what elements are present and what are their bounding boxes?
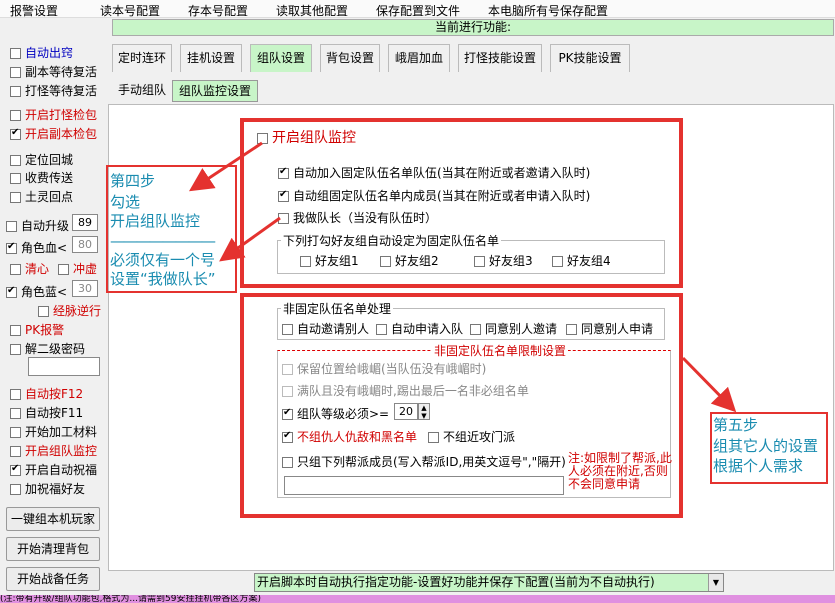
auto-run-select-value: 开启脚本时自动执行指定功能-设置好功能并保存下配置(当前为不自动执行) (257, 575, 655, 589)
auto-run-select[interactable]: 开启脚本时自动执行指定功能-设置好功能并保存下配置(当前为不自动执行) (254, 573, 724, 592)
arrow-to-step5 (681, 356, 737, 413)
arrow-to-step4b (219, 216, 281, 262)
chevron-down-icon[interactable]: ▼ (708, 574, 723, 591)
ticker-bar: (注:带有升级/组队功能包,格式为...请需到59安挂挂机带各区方案) (0, 595, 835, 603)
annotation-arrows (188, 141, 737, 413)
arrow-to-step4 (188, 141, 263, 192)
